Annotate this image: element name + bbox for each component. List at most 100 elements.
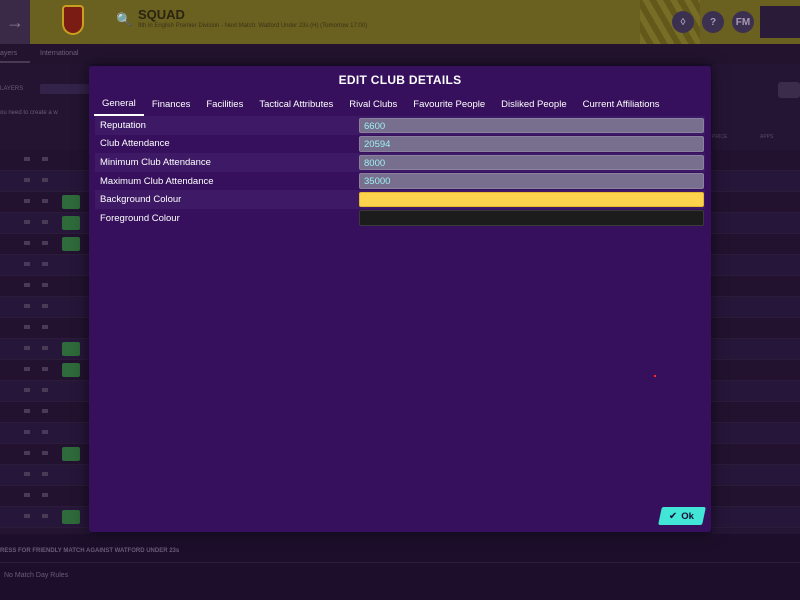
rating-badge: [62, 216, 80, 230]
cell-marker: [42, 514, 48, 518]
footer-text: No Match Day Rules: [4, 572, 69, 579]
min-attendance-label: Minimum Club Attendance: [100, 156, 211, 168]
cell-marker: [42, 283, 48, 287]
tab-general[interactable]: General: [94, 93, 144, 116]
ok-label: Ok: [681, 510, 695, 522]
rating-badge: [62, 342, 80, 356]
app-header: → 🔍 SQUAD 9th in English Premier Divisio…: [0, 0, 800, 44]
cell-marker: [24, 220, 30, 224]
cell-marker: [42, 262, 48, 266]
fm-menu-button[interactable]: FM: [732, 11, 754, 33]
cell-marker: [24, 241, 30, 245]
footer-divider: [0, 562, 800, 563]
dialog-tabs: General Finances Facilities Tactical Att…: [94, 93, 668, 116]
rating-badge: [62, 237, 80, 251]
page-title: SQUAD: [138, 7, 185, 22]
players-note: ou need to create a w: [0, 110, 58, 116]
cell-marker: [42, 451, 48, 455]
rating-badge: [62, 363, 80, 377]
background-colour-swatch[interactable]: [359, 191, 704, 208]
cell-marker: [24, 430, 30, 434]
cell-marker: [24, 157, 30, 161]
background-colour-row: Background Colour: [95, 190, 705, 209]
cell-marker: [24, 451, 30, 455]
general-fields: Reputation 6600 Club Attendance 20594 Mi…: [95, 116, 705, 228]
club-badge: [62, 5, 84, 35]
shield-icon[interactable]: ◊: [672, 11, 694, 33]
background-footer: RESS FOR FRIENDLY MATCH AGAINST WATFORD …: [0, 534, 800, 600]
cell-marker: [24, 409, 30, 413]
subnav-tab-players[interactable]: ayers: [0, 50, 17, 57]
edit-club-details-dialog: EDIT CLUB DETAILS General Finances Facil…: [89, 66, 711, 532]
players-label: LAYERS: [0, 86, 24, 92]
search-icon[interactable]: 🔍: [116, 12, 132, 28]
cell-marker: [24, 367, 30, 371]
column-header-apps: APPS: [760, 134, 774, 140]
sub-navigation: ayers International: [0, 44, 800, 64]
cell-marker: [24, 178, 30, 182]
column-header-price: PRICE: [712, 134, 728, 140]
check-icon: ✔: [669, 510, 678, 522]
cell-marker: [24, 283, 30, 287]
club-attendance-input[interactable]: 20594: [359, 136, 704, 152]
footer-title: RESS FOR FRIENDLY MATCH AGAINST WATFORD …: [0, 548, 180, 554]
rating-badge: [62, 510, 80, 524]
cell-marker: [24, 199, 30, 203]
reputation-label: Reputation: [100, 119, 146, 131]
tab-rival-clubs[interactable]: Rival Clubs: [341, 93, 405, 116]
min-attendance-input[interactable]: 8000: [359, 154, 704, 171]
cell-marker: [24, 514, 30, 518]
cell-marker: [42, 325, 48, 329]
cell-marker: [42, 430, 48, 434]
tab-finances[interactable]: Finances: [144, 93, 199, 116]
max-attendance-label: Maximum Club Attendance: [100, 175, 214, 187]
cell-marker: [42, 367, 48, 371]
cell-marker: [42, 178, 48, 182]
subnav-tab-international[interactable]: International: [40, 50, 79, 57]
tab-facilities[interactable]: Facilities: [198, 93, 251, 116]
cell-marker: [42, 220, 48, 224]
reputation-row: Reputation 6600: [95, 116, 705, 135]
cell-marker: [42, 493, 48, 497]
subnav-underline: [0, 61, 30, 63]
reputation-input[interactable]: 6600: [359, 117, 704, 133]
cell-marker: [42, 199, 48, 203]
min-attendance-row: Minimum Club Attendance 8000: [95, 153, 705, 172]
foreground-colour-row: Foreground Colour: [95, 209, 705, 228]
max-attendance-row: Maximum Club Attendance 35000: [95, 172, 705, 191]
ok-button[interactable]: ✔ Ok: [658, 507, 706, 525]
cell-marker: [24, 304, 30, 308]
background-colour-label: Background Colour: [100, 194, 182, 206]
cell-marker: [42, 388, 48, 392]
cell-marker: [42, 157, 48, 161]
cell-marker: [24, 325, 30, 329]
cell-marker: [42, 472, 48, 476]
cell-marker: [24, 472, 30, 476]
cell-marker: [42, 304, 48, 308]
foreground-colour-swatch[interactable]: [359, 210, 704, 226]
tab-current-affiliations[interactable]: Current Affiliations: [575, 93, 668, 116]
cell-marker: [42, 346, 48, 350]
dialog-title: EDIT CLUB DETAILS: [338, 73, 462, 87]
cell-marker: [42, 241, 48, 245]
cell-marker: [42, 409, 48, 413]
max-attendance-input[interactable]: 35000: [359, 173, 704, 189]
club-attendance-label: Club Attendance: [100, 138, 170, 150]
tab-disliked-people[interactable]: Disliked People: [493, 93, 574, 116]
rating-badge: [62, 447, 80, 461]
foreground-colour-label: Foreground Colour: [100, 212, 180, 224]
help-icon[interactable]: ?: [702, 11, 724, 33]
cursor-dot: [654, 375, 656, 377]
cell-marker: [24, 493, 30, 497]
menu-button[interactable]: [778, 82, 800, 98]
cell-marker: [24, 388, 30, 392]
rating-badge: [62, 195, 80, 209]
club-attendance-row: Club Attendance 20594: [95, 135, 705, 154]
cell-marker: [24, 346, 30, 350]
forward-arrow-icon[interactable]: →: [0, 0, 30, 44]
continue-date-box[interactable]: [760, 6, 800, 38]
page-subtitle: 9th in English Premier Division - Next M…: [138, 23, 368, 29]
tab-tactical-attributes[interactable]: Tactical Attributes: [251, 93, 341, 116]
selection-button[interactable]: [40, 84, 90, 94]
tab-favourite-people[interactable]: Favourite People: [405, 93, 493, 116]
